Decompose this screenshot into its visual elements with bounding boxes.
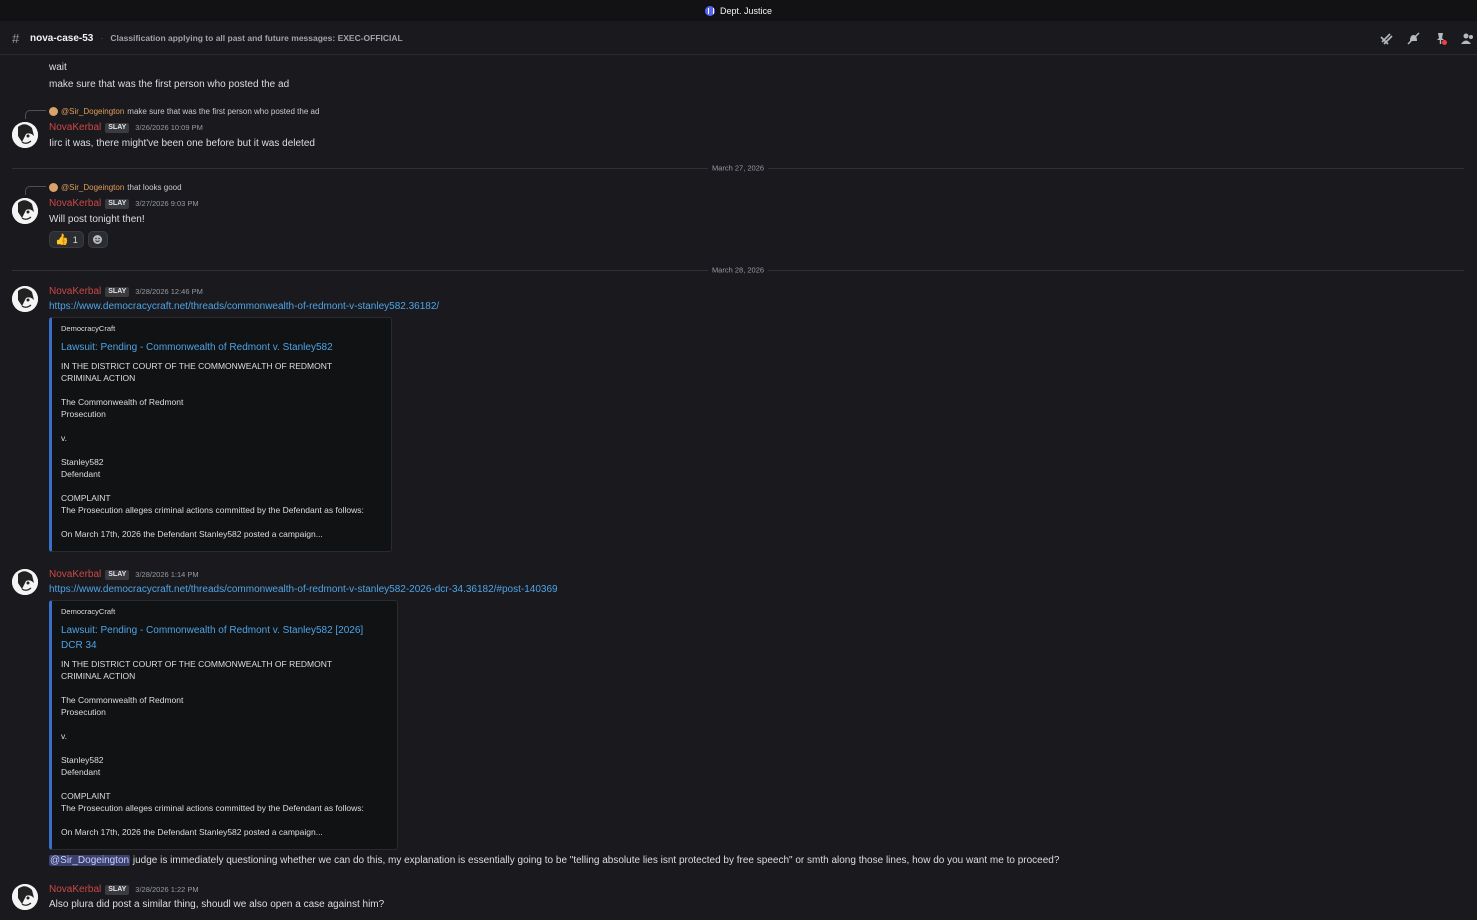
- reply-text[interactable]: that looks good: [127, 183, 181, 192]
- timestamp[interactable]: 3/27/2026 9:03 PM: [135, 199, 198, 208]
- reaction-thumbs-up[interactable]: 👍 1: [49, 231, 84, 248]
- embed-provider[interactable]: DemocracyCraft: [61, 324, 382, 333]
- role-tag[interactable]: SLAY: [105, 885, 130, 895]
- message-header: NovaKerbal SLAY 3/28/2026 1:14 PM: [49, 569, 199, 580]
- date-divider: March 27, 2026: [12, 163, 1464, 173]
- add-reaction-button[interactable]: [87, 231, 108, 248]
- embed-provider[interactable]: DemocracyCraft: [61, 607, 388, 616]
- embed-title-line[interactable]: Lawsuit: Pending - Commonwealth of Redmo…: [61, 623, 388, 638]
- link-embed: DemocracyCraft Lawsuit: Pending - Common…: [49, 600, 398, 850]
- thumbs-up-icon: 👍: [55, 234, 69, 246]
- message-text: @Sir_Dogeington judge is immediately que…: [49, 855, 1059, 866]
- reaction-bar: 👍 1: [49, 231, 108, 248]
- date-divider: March 28, 2026: [12, 265, 1464, 275]
- add-reaction-icon: [93, 235, 103, 244]
- avatar[interactable]: [12, 884, 38, 910]
- channel-name: nova-case-53: [30, 32, 94, 44]
- server-icon: [704, 5, 715, 16]
- message-link[interactable]: https://www.democracycraft.net/threads/c…: [49, 301, 439, 312]
- author-name[interactable]: NovaKerbal: [49, 569, 101, 580]
- avatar[interactable]: [12, 286, 38, 312]
- role-tag[interactable]: SLAY: [105, 287, 130, 297]
- timestamp[interactable]: 3/28/2026 1:14 PM: [135, 570, 198, 579]
- message-header: NovaKerbal SLAY 3/26/2026 10:09 PM: [49, 122, 203, 133]
- embed-title-line[interactable]: DCR 34: [61, 638, 388, 653]
- members-icon[interactable]: [1460, 31, 1475, 46]
- role-tag[interactable]: SLAY: [105, 570, 130, 580]
- user-mention[interactable]: @Sir_Dogeington: [49, 855, 131, 866]
- avatar[interactable]: [12, 569, 38, 595]
- author-name[interactable]: NovaKerbal: [49, 286, 101, 297]
- reply-avatar: [49, 107, 58, 116]
- author-name[interactable]: NovaKerbal: [49, 122, 101, 133]
- date-divider-label: March 28, 2026: [707, 265, 769, 275]
- timestamp[interactable]: 3/26/2026 10:09 PM: [135, 123, 203, 132]
- notifications-muted-icon[interactable]: [1406, 31, 1421, 46]
- header-separator: ·: [100, 33, 104, 43]
- reply-avatar: [49, 183, 58, 192]
- role-tag[interactable]: SLAY: [105, 199, 130, 209]
- message-text: Also plura did post a similar thing, sho…: [49, 899, 385, 910]
- message-text: Will post tonight then!: [49, 214, 145, 225]
- author-name[interactable]: NovaKerbal: [49, 884, 101, 895]
- reply-author[interactable]: @Sir_Dogeington: [61, 107, 124, 116]
- reply-preview[interactable]: @Sir_Dogeington that looks good: [49, 183, 182, 192]
- avatar[interactable]: [12, 198, 38, 224]
- message-list[interactable]: wait make sure that was the first person…: [0, 55, 1477, 920]
- message-header: NovaKerbal SLAY 3/27/2026 9:03 PM: [49, 198, 199, 209]
- timestamp[interactable]: 3/28/2026 12:46 PM: [135, 287, 203, 296]
- reply-spine: [25, 110, 46, 119]
- channel-topic[interactable]: Classification applying to all past and …: [110, 33, 402, 43]
- message-text: make sure that was the first person who …: [49, 79, 290, 90]
- message-text-body: judge is immediately questioning whether…: [130, 855, 1060, 866]
- window-titlebar: Dept. Justice: [0, 0, 1477, 21]
- message-header: NovaKerbal SLAY 3/28/2026 12:46 PM: [49, 286, 203, 297]
- role-tag[interactable]: SLAY: [105, 123, 130, 133]
- reply-preview[interactable]: @Sir_Dogeington make sure that was the f…: [49, 107, 319, 116]
- reply-author[interactable]: @Sir_Dogeington: [61, 183, 124, 192]
- server-name: Dept. Justice: [719, 5, 773, 16]
- reply-text[interactable]: make sure that was the first person who …: [127, 107, 319, 116]
- embed-title[interactable]: Lawsuit: Pending - Commonwealth of Redmo…: [61, 340, 382, 355]
- embed-title[interactable]: Lawsuit: Pending - Commonwealth of Redmo…: [61, 623, 388, 653]
- message-text: Iirc it was, there might've been one bef…: [49, 138, 315, 149]
- message-header: NovaKerbal SLAY 3/28/2026 1:22 PM: [49, 884, 199, 895]
- author-name[interactable]: NovaKerbal: [49, 198, 101, 209]
- link-embed: DemocracyCraft Lawsuit: Pending - Common…: [49, 317, 392, 552]
- message-text: wait: [49, 62, 67, 73]
- embed-description: IN THE DISTRICT COURT OF THE COMMONWEALT…: [61, 361, 364, 539]
- embed-description: IN THE DISTRICT COURT OF THE COMMONWEALT…: [61, 659, 364, 837]
- avatar[interactable]: [12, 122, 38, 148]
- threads-icon[interactable]: [1379, 31, 1394, 46]
- message-link[interactable]: https://www.democracycraft.net/threads/c…: [49, 584, 558, 595]
- channel-header: # nova-case-53 · Classification applying…: [0, 22, 1477, 55]
- header-toolbar: [1379, 22, 1477, 54]
- channel-hash-icon: #: [12, 30, 20, 46]
- date-divider-label: March 27, 2026: [707, 163, 769, 173]
- reply-spine: [25, 186, 46, 195]
- reaction-count: 1: [72, 234, 78, 245]
- pinned-icon[interactable]: [1433, 31, 1448, 46]
- timestamp[interactable]: 3/28/2026 1:22 PM: [135, 885, 198, 894]
